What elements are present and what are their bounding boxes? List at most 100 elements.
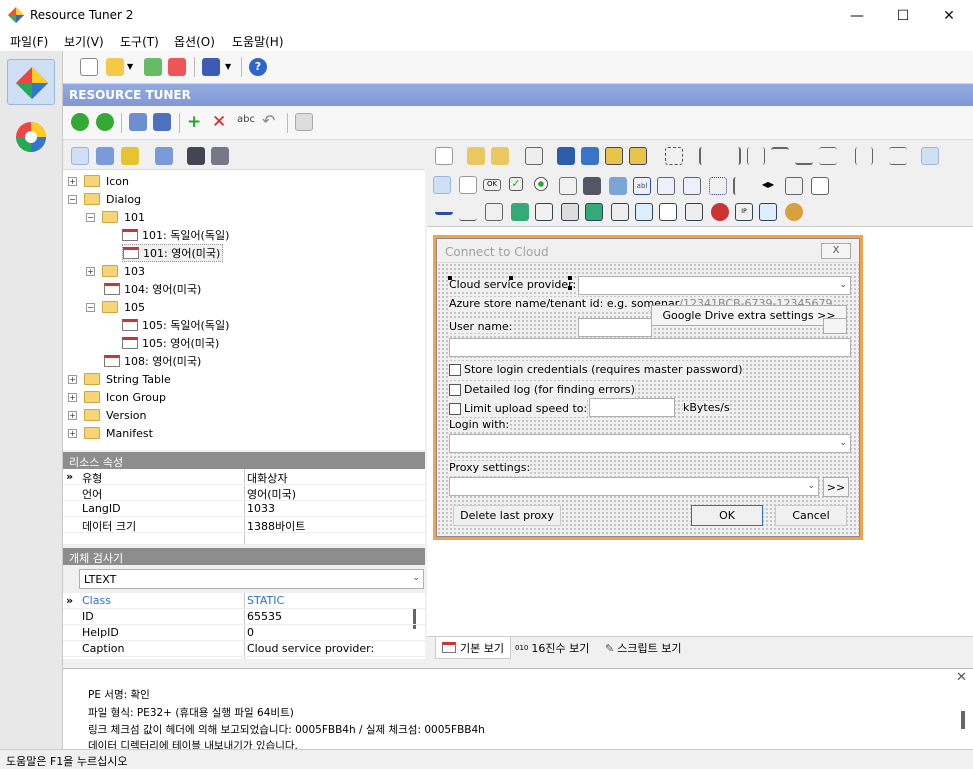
tree-item-101-german[interactable]: 101: 독일어(독일): [122, 226, 229, 244]
dialog-tool-icon[interactable]: [459, 176, 477, 194]
find-next-icon[interactable]: [211, 147, 229, 165]
upload-speed-field[interactable]: [589, 398, 675, 417]
listview-tool-icon[interactable]: [709, 177, 727, 195]
tab-script-view[interactable]: ✎ 스크립트 보기: [599, 637, 687, 659]
ipaddress-tool-icon[interactable]: [685, 203, 703, 221]
prop-value[interactable]: STATIC: [247, 594, 284, 607]
align-bottom-icon[interactable]: [795, 147, 813, 165]
tab-hex-view[interactable]: 010 16진수 보기: [509, 637, 595, 659]
print-icon[interactable]: [295, 113, 313, 131]
align-top-icon[interactable]: [771, 147, 789, 165]
help-icon[interactable]: ?: [249, 58, 267, 76]
ok-button[interactable]: OK: [691, 505, 763, 526]
detailed-log-checkbox[interactable]: Detailed log (for finding errors): [449, 381, 635, 398]
resource-tuner-mode-button[interactable]: [7, 59, 55, 105]
save-icon[interactable]: [202, 58, 220, 76]
prop-value[interactable]: 영어(미국): [247, 486, 296, 502]
lock-icon[interactable]: [467, 147, 485, 165]
prop-value[interactable]: 1033: [247, 502, 275, 515]
select-all-icon[interactable]: [665, 147, 683, 165]
selection-handle[interactable]: [509, 276, 513, 280]
find-icon[interactable]: [187, 147, 205, 165]
test-dialog-icon[interactable]: [921, 147, 939, 165]
paste-resource-icon[interactable]: [153, 113, 171, 131]
menu-file[interactable]: 파일(F): [10, 33, 48, 50]
tab-order-icon[interactable]: [605, 147, 623, 165]
align-left-icon[interactable]: [699, 147, 717, 165]
google-drive-settings-button[interactable]: Google Drive extra settings >>: [651, 305, 847, 326]
move-up-icon[interactable]: [96, 113, 114, 131]
calendar-tool-icon[interactable]: [659, 203, 677, 221]
tab-control-tool-icon[interactable]: [561, 203, 579, 221]
tree-item-icon-group[interactable]: + Icon Group: [68, 388, 166, 406]
selection-handle[interactable]: [448, 276, 452, 280]
richedit-tool-icon[interactable]: [811, 177, 829, 195]
datetime-tool-icon[interactable]: [635, 203, 653, 221]
password-field[interactable]: [449, 338, 851, 357]
space-horizontal-icon[interactable]: [855, 147, 873, 165]
prop-value[interactable]: 65535: [247, 610, 282, 623]
header-tool-icon[interactable]: [611, 203, 629, 221]
groupbox-tool-icon[interactable]: [559, 177, 577, 195]
cancel-button[interactable]: Cancel: [775, 505, 847, 526]
copy-resource-icon[interactable]: [129, 113, 147, 131]
close-file-icon[interactable]: [168, 58, 186, 76]
vscroll-tool-icon[interactable]: [535, 203, 553, 221]
tree-item-version[interactable]: + Version: [68, 406, 146, 424]
tree-item-108-english[interactable]: 108: 영어(미국): [104, 352, 201, 370]
updown-tool-icon[interactable]: [785, 177, 803, 195]
tree-item-105-english[interactable]: 105: 영어(미국): [122, 334, 219, 352]
dialog-selection-frame[interactable]: Connect to Cloud X Cloud service provide…: [433, 235, 863, 540]
filter-icon[interactable]: [121, 147, 139, 165]
treeview-tool-icon[interactable]: [733, 177, 751, 195]
delete-icon[interactable]: ✕: [212, 112, 226, 132]
dialog-close-button[interactable]: X: [821, 243, 851, 259]
properties-icon[interactable]: [155, 147, 173, 165]
cloud-provider-combo[interactable]: ⌄: [578, 276, 851, 295]
bring-front-icon[interactable]: [557, 147, 575, 165]
custom-control-tool-icon[interactable]: [785, 203, 803, 221]
button-tool-icon[interactable]: OK: [483, 179, 501, 191]
tree-item-string-table[interactable]: + String Table: [68, 370, 171, 388]
tab-basic-view[interactable]: 기본 보기: [435, 637, 511, 659]
open-file-icon[interactable]: [106, 58, 124, 76]
rename-icon[interactable]: abc: [237, 114, 255, 125]
progress-tool-icon[interactable]: [435, 207, 453, 215]
add-icon[interactable]: +: [187, 112, 201, 132]
align-middle-icon[interactable]: [819, 147, 837, 165]
radio-tool-icon[interactable]: [534, 177, 548, 191]
align-right-icon[interactable]: [723, 147, 741, 165]
tree-item-104-english[interactable]: 104: 영어(미국): [104, 280, 201, 298]
prop-value[interactable]: Cloud service provider:: [247, 642, 374, 655]
output-scrollbar[interactable]: [961, 711, 965, 729]
maximize-button[interactable]: ☐: [880, 0, 926, 31]
delete-control-icon[interactable]: [435, 147, 453, 165]
grid-icon[interactable]: [525, 147, 543, 165]
slider-tool-icon[interactable]: [459, 203, 477, 221]
close-window-button[interactable]: ✕: [926, 0, 972, 31]
hotkey-tool-icon[interactable]: [711, 203, 729, 221]
refresh-icon[interactable]: [144, 58, 162, 76]
image-view-icon[interactable]: [96, 147, 114, 165]
selection-handle[interactable]: [568, 286, 572, 290]
tree-view-icon[interactable]: [71, 147, 89, 165]
tree-item-105[interactable]: −105: [86, 298, 145, 316]
menu-tools[interactable]: 도구(T): [120, 33, 159, 50]
checkbox-tool-icon[interactable]: ✓: [509, 177, 523, 191]
undo-icon[interactable]: ↶: [262, 111, 275, 130]
tree-item-101[interactable]: −101: [86, 208, 145, 226]
tree-item-manifest[interactable]: + Manifest: [68, 424, 153, 442]
pager-tool-icon[interactable]: [759, 203, 777, 221]
login-with-combo[interactable]: ⌄: [449, 434, 851, 453]
open-dropdown-arrow-icon[interactable]: ▼: [127, 62, 133, 71]
prop-value[interactable]: 1388바이트: [247, 518, 305, 534]
send-back-icon[interactable]: [581, 147, 599, 165]
new-file-icon[interactable]: [80, 58, 98, 76]
align-center-icon[interactable]: [747, 147, 765, 165]
ip-tool-icon[interactable]: IP: [735, 203, 753, 221]
tree-item-103[interactable]: +103: [86, 262, 145, 280]
spin-tool-icon[interactable]: ◀▶: [759, 177, 777, 195]
proxy-settings-combo[interactable]: ⌄: [449, 477, 819, 496]
resource-viewer-mode-button[interactable]: [13, 119, 49, 155]
store-login-checkbox[interactable]: Store login credentials (requires master…: [449, 361, 743, 378]
